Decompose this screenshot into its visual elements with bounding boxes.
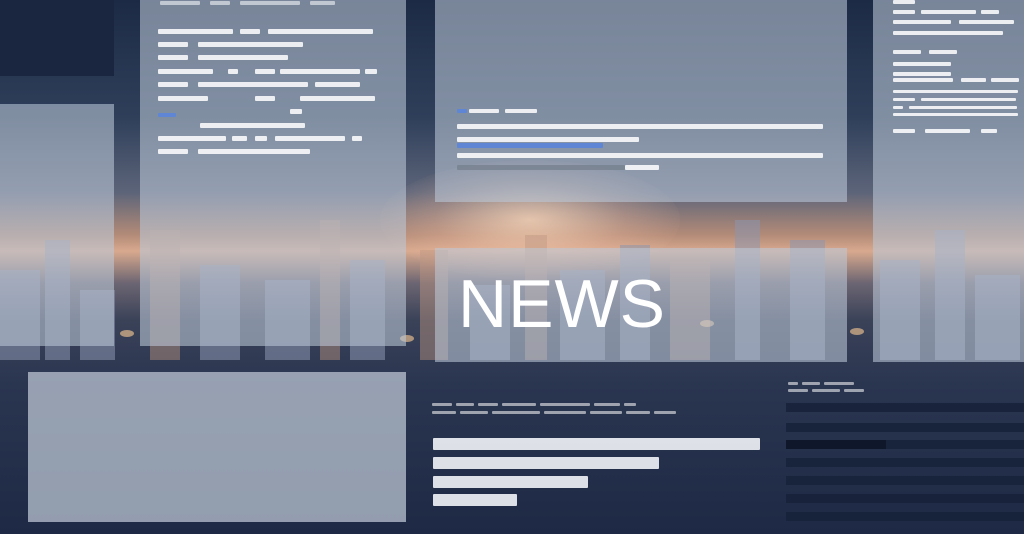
article-panel-top-right <box>873 0 1024 362</box>
article-panel-left <box>140 0 406 346</box>
data-rows-bottom-right <box>786 376 1024 526</box>
frosted-panel-bottom-left <box>28 372 406 522</box>
dark-panel-top-left <box>0 0 114 76</box>
news-background-scene: NEWS <box>0 0 1024 534</box>
news-headline: NEWS <box>458 266 666 342</box>
article-panel-top-center <box>435 0 847 202</box>
article-snippet-bottom-center <box>430 398 770 513</box>
frosted-panel-left <box>0 104 114 346</box>
